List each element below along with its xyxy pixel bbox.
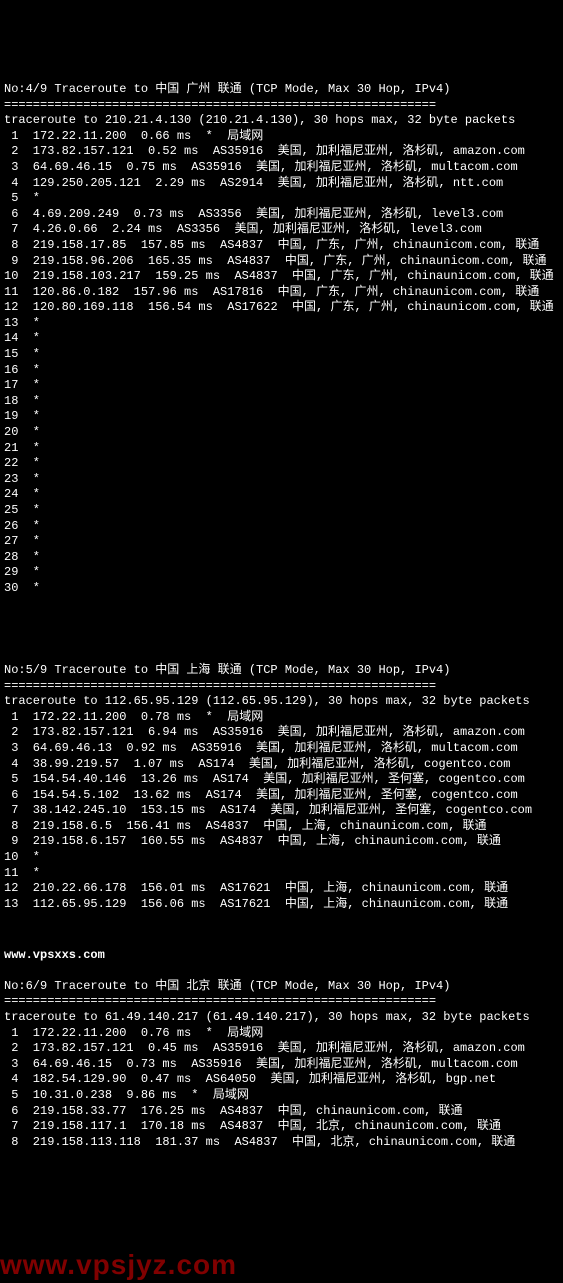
- trace-header: No:4/9 Traceroute to 中国 广州 联通 (TCP Mode,…: [4, 82, 450, 96]
- trace-divider: ========================================…: [4, 994, 436, 1008]
- trace-divider: ========================================…: [4, 98, 436, 112]
- trace-divider: ========================================…: [4, 679, 436, 693]
- trace-hops: 1 172.22.11.200 0.76 ms * 局域网 2 173.82.1…: [4, 1026, 559, 1151]
- trace-cmd: traceroute to 112.65.95.129 (112.65.95.1…: [4, 694, 530, 708]
- traceroute-block-4: No:4/9 Traceroute to 中国 广州 联通 (TCP Mode,…: [4, 66, 559, 612]
- trace-header: No:5/9 Traceroute to 中国 上海 联通 (TCP Mode,…: [4, 663, 450, 677]
- trace-cmd: traceroute to 61.49.140.217 (61.49.140.2…: [4, 1010, 530, 1024]
- trace-hops: 1 172.22.11.200 0.66 ms * 局域网 2 173.82.1…: [4, 129, 559, 597]
- watermark: www.vpsjyz.com: [0, 1247, 237, 1283]
- trace-header: No:6/9 Traceroute to 中国 北京 联通 (TCP Mode,…: [4, 979, 450, 993]
- trace-hops: 1 172.22.11.200 0.78 ms * 局域网 2 173.82.1…: [4, 710, 559, 913]
- trace-cmd: traceroute to 210.21.4.130 (210.21.4.130…: [4, 113, 515, 127]
- site-url: www.vpsxxs.com: [4, 948, 105, 962]
- traceroute-block-6: No:6/9 Traceroute to 中国 北京 联通 (TCP Mode,…: [4, 963, 559, 1166]
- traceroute-block-5: No:5/9 Traceroute to 中国 上海 联通 (TCP Mode,…: [4, 647, 559, 928]
